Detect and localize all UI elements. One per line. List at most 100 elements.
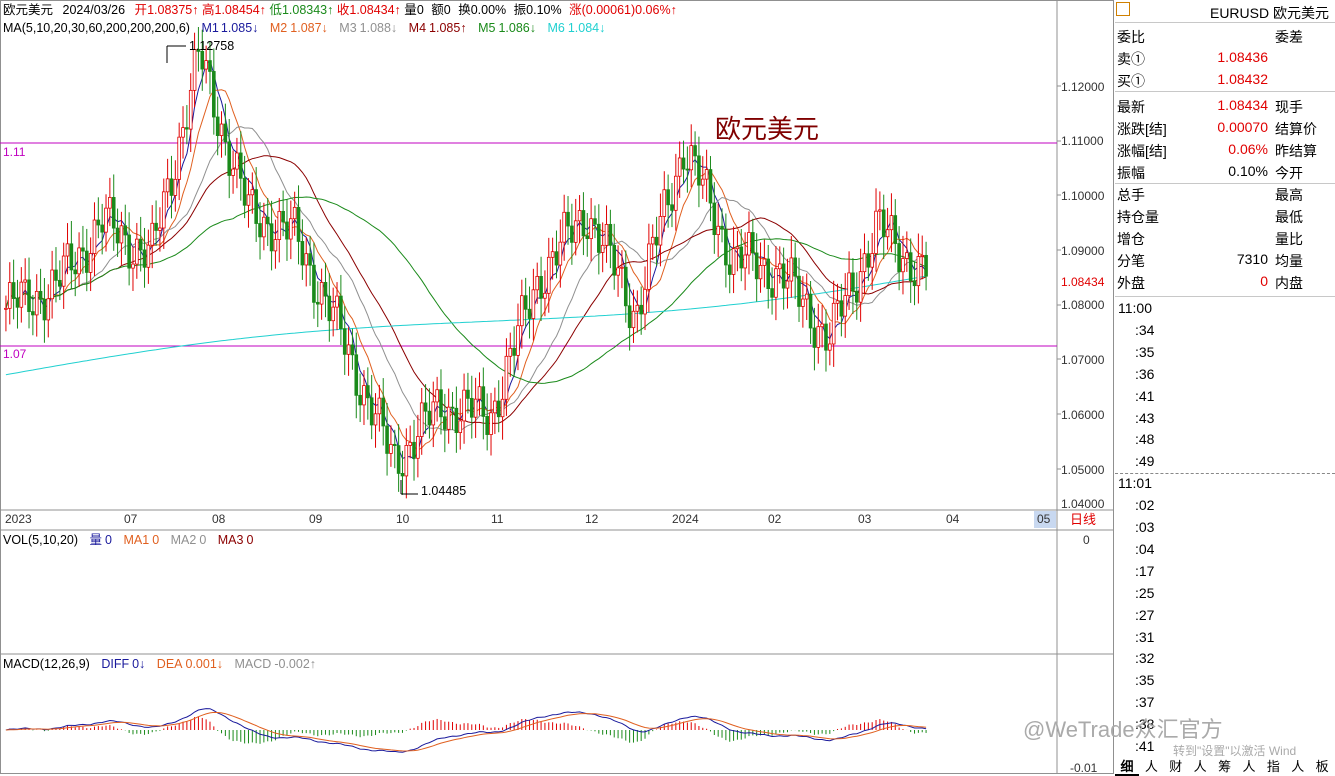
candle-body [369, 397, 374, 426]
chart-area[interactable]: 欧元美元 2024/03/26 开1.08375↑ 高1.08454↑ 低1.0… [0, 0, 1115, 774]
quote-row: 委比 委差 [1115, 24, 1335, 46]
candle-body [358, 394, 362, 406]
quote-label-2: 内盘 [1275, 275, 1303, 291]
candle-body [870, 253, 874, 268]
candle-body [331, 306, 335, 322]
candle-body [50, 269, 54, 300]
candle-body [27, 279, 31, 313]
candle-body [73, 269, 78, 275]
candle-body [19, 281, 24, 308]
candle-body [289, 218, 293, 240]
panel-tab[interactable]: 指 [1261, 760, 1285, 774]
candle-body [520, 295, 524, 327]
candle-body [512, 347, 516, 356]
candle-body [689, 145, 694, 171]
candle-body [781, 263, 786, 289]
tick-time: :27 [1135, 606, 1155, 623]
candle-body [308, 253, 312, 266]
quote-label: 卖① [1117, 51, 1145, 67]
candle-body [635, 304, 640, 312]
candle-body [131, 263, 135, 269]
quote-value: 0.10% [1228, 163, 1268, 179]
candle-body [600, 244, 605, 253]
candle-body [423, 402, 428, 412]
quote-label: 持仓量 [1117, 209, 1159, 225]
candle-body [747, 232, 751, 256]
candle-body [77, 247, 81, 275]
panel-tab[interactable]: 人 [1139, 760, 1163, 774]
candle-body [362, 385, 366, 406]
candle-body [100, 224, 104, 233]
quote-label: 涨幅[结] [1117, 143, 1167, 159]
candle-body [54, 269, 58, 281]
candle-body [427, 410, 432, 426]
chart-watermark-title: 欧元美元 [715, 114, 819, 144]
quote-row: 涨幅[结] 0.06% 昨结算 [1115, 138, 1335, 160]
candle-body [15, 298, 20, 308]
ma-line [5, 275, 927, 376]
candle-body [92, 219, 97, 254]
candle-body [801, 298, 805, 307]
candle-body [554, 251, 559, 266]
candle-body [546, 256, 551, 294]
candle-body [454, 407, 459, 434]
panel-tab[interactable]: 人 [1237, 760, 1261, 774]
candle-body [258, 223, 262, 238]
panel-tab[interactable]: 人 [1188, 760, 1212, 774]
y-tick: 1.07000 [1061, 353, 1105, 367]
candle-body [292, 206, 297, 220]
candle-body [315, 301, 320, 305]
activation-notice: 转到"设置"以激活 Wind [1173, 744, 1297, 758]
cycle-label[interactable]: 日线 [1070, 512, 1096, 527]
candle-body [704, 169, 709, 180]
candle-body [392, 443, 397, 447]
panel-tab[interactable]: 板 [1310, 760, 1334, 774]
x-tick: 02 [768, 512, 782, 526]
candle-body [396, 445, 401, 474]
quote-value: 1.08434 [1217, 97, 1268, 113]
x-tick: 03 [858, 512, 872, 526]
candle-body [816, 326, 821, 348]
candle-body [885, 229, 890, 238]
candle-body [235, 152, 239, 170]
candle-body [65, 243, 70, 257]
x-tick: 2023 [5, 512, 32, 526]
candle-body [181, 127, 185, 138]
panel-toggle-icon[interactable] [1116, 2, 1130, 16]
candle-body [716, 225, 720, 236]
candle-body [623, 266, 628, 307]
candle-body [115, 227, 120, 244]
candle-body [789, 257, 794, 282]
candle-body [69, 243, 74, 271]
candle-body [523, 295, 528, 310]
tick-time: :41 [1135, 387, 1155, 404]
quote-row: 增仓 量比 [1115, 226, 1335, 248]
tick-time: :49 [1135, 453, 1155, 470]
candle-body [154, 222, 158, 231]
candle-body [208, 60, 212, 72]
panel-tab[interactable]: 筹 [1213, 760, 1237, 774]
candle-body [42, 298, 47, 321]
candle-body [335, 295, 339, 308]
candle-body [666, 189, 670, 206]
panel-tab[interactable]: 人 [1286, 760, 1310, 774]
panel-tabs: 细人财人筹人指人板 [1115, 760, 1335, 776]
candle-body [570, 225, 574, 243]
candle-body [751, 232, 755, 254]
quote-label: 买① [1117, 73, 1145, 89]
quote-label-2: 最低 [1275, 209, 1303, 225]
candle-body [354, 354, 359, 396]
candle-body [161, 191, 166, 229]
tick-time: :25 [1135, 584, 1155, 601]
candle-body [577, 210, 582, 222]
candle-body [774, 268, 778, 298]
candle-body [831, 302, 836, 345]
candle-body [754, 252, 759, 280]
ma-line [5, 155, 927, 424]
candle-body [304, 253, 309, 266]
y-tick: 1.09000 [1061, 244, 1105, 258]
candle-body [585, 235, 590, 240]
candle-body [920, 254, 925, 257]
panel-tab[interactable]: 财 [1164, 760, 1188, 774]
candle-body [527, 308, 532, 319]
